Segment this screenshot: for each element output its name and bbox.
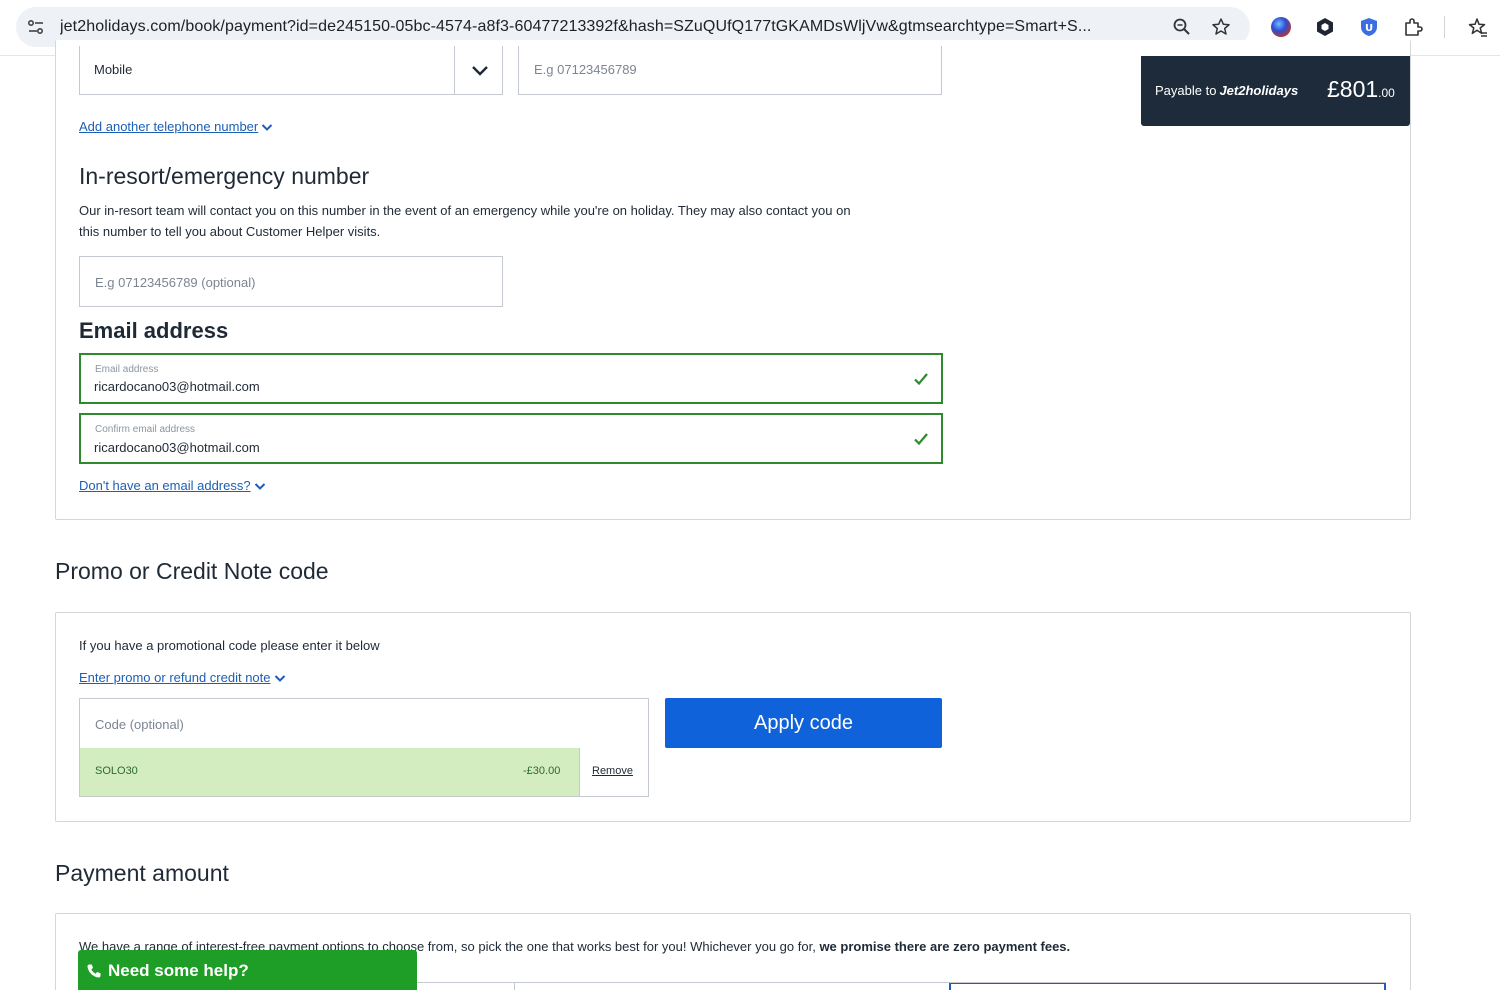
phone-icon bbox=[87, 964, 101, 978]
payment-option-divider bbox=[514, 982, 515, 990]
svg-text:U: U bbox=[1365, 23, 1373, 34]
enter-promo-link-label: Enter promo or refund credit note bbox=[79, 670, 271, 685]
emergency-number-placeholder: E.g 07123456789 (optional) bbox=[95, 275, 256, 290]
promo-code-input[interactable]: Code (optional) bbox=[79, 698, 649, 749]
payable-amount-pence: .00 bbox=[1378, 86, 1395, 100]
payable-label: Payable to Jet2holidays bbox=[1155, 83, 1298, 98]
payable-amount: £801.00 bbox=[1327, 76, 1395, 103]
emergency-description-line-1: Our in-resort team will contact you on t… bbox=[79, 203, 851, 218]
need-help-button[interactable]: Need some help? bbox=[78, 950, 417, 990]
chevron-down-icon bbox=[254, 483, 265, 490]
extension-shield-icon[interactable]: U bbox=[1356, 14, 1382, 40]
applied-code-name: SOLO30 bbox=[95, 765, 138, 777]
confirm-email-input[interactable]: Confirm email address ricardocano03@hotm… bbox=[79, 413, 943, 464]
extensions-puzzle-icon[interactable] bbox=[1400, 14, 1426, 40]
valid-check-icon bbox=[913, 431, 929, 447]
bookmark-star-icon[interactable] bbox=[1209, 15, 1233, 39]
enter-promo-link[interactable]: Enter promo or refund credit note bbox=[79, 670, 286, 685]
emergency-description-line-2: this number to tell you about Customer H… bbox=[79, 224, 381, 239]
url-text[interactable]: jet2holidays.com/book/payment?id=de24515… bbox=[60, 18, 1150, 36]
no-email-link[interactable]: Don't have an email address? bbox=[79, 478, 266, 493]
applied-code-amount: -£30.00 bbox=[523, 765, 561, 777]
phone-number-placeholder: E.g 07123456789 bbox=[534, 62, 637, 77]
payable-amount-pounds: £801 bbox=[1327, 76, 1379, 102]
zoom-icon[interactable] bbox=[1170, 15, 1194, 39]
payable-brand-logo: Jet2holidays bbox=[1219, 83, 1299, 98]
email-field-value: ricardocano03@hotmail.com bbox=[94, 379, 260, 394]
valid-check-icon bbox=[913, 371, 929, 387]
phone-type-value: Mobile bbox=[94, 62, 133, 77]
no-email-link-label: Don't have an email address? bbox=[79, 478, 251, 493]
promo-heading: Promo or Credit Note code bbox=[55, 558, 329, 584]
payable-to-text: Payable to bbox=[1155, 83, 1217, 98]
chevron-down-icon[interactable] bbox=[470, 61, 490, 84]
payment-amount-heading: Payment amount bbox=[55, 860, 229, 886]
select-divider bbox=[454, 46, 455, 94]
applied-promo-code: SOLO30 -£30.00 bbox=[79, 748, 580, 797]
email-input[interactable]: Email address ricardocano03@hotmail.com bbox=[79, 353, 943, 404]
phone-number-input[interactable]: E.g 07123456789 bbox=[518, 46, 942, 95]
add-telephone-link[interactable]: Add another telephone number bbox=[79, 119, 273, 134]
emergency-description: Our in-resort team will contact you on t… bbox=[79, 200, 939, 242]
confirm-email-field-value: ricardocano03@hotmail.com bbox=[94, 440, 260, 455]
emergency-number-input[interactable]: E.g 07123456789 (optional) bbox=[79, 256, 503, 307]
promo-code-placeholder: Code (optional) bbox=[95, 717, 184, 732]
chevron-down-icon bbox=[274, 675, 285, 682]
payable-summary: Payable to Jet2holidays £801.00 bbox=[1141, 56, 1410, 126]
promo-intro: If you have a promotional code please en… bbox=[79, 638, 380, 653]
extension-orb-icon[interactable] bbox=[1268, 14, 1294, 40]
extension-hex-icon[interactable] bbox=[1312, 14, 1338, 40]
email-heading: Email address bbox=[79, 318, 229, 343]
payment-intro-bold: we promise there are zero payment fees. bbox=[819, 939, 1071, 954]
need-help-inner: Need some help? bbox=[86, 961, 249, 981]
remove-code-link[interactable]: Remove bbox=[592, 765, 633, 777]
emergency-number-heading: In-resort/emergency number bbox=[79, 163, 370, 189]
reading-list-icon[interactable] bbox=[1464, 14, 1490, 40]
apply-code-button[interactable]: Apply code bbox=[665, 698, 942, 748]
toolbar-divider bbox=[1444, 16, 1445, 38]
payment-option-selected[interactable] bbox=[949, 982, 1386, 990]
need-help-label: Need some help? bbox=[108, 961, 249, 980]
phone-type-select[interactable]: Mobile bbox=[79, 46, 503, 95]
add-telephone-link-label: Add another telephone number bbox=[79, 119, 259, 134]
chevron-down-icon bbox=[262, 124, 273, 131]
remove-code-cell: Remove bbox=[579, 748, 649, 797]
email-field-label: Email address bbox=[95, 364, 159, 375]
site-info-icon[interactable] bbox=[26, 17, 46, 37]
confirm-email-field-label: Confirm email address bbox=[95, 424, 196, 435]
